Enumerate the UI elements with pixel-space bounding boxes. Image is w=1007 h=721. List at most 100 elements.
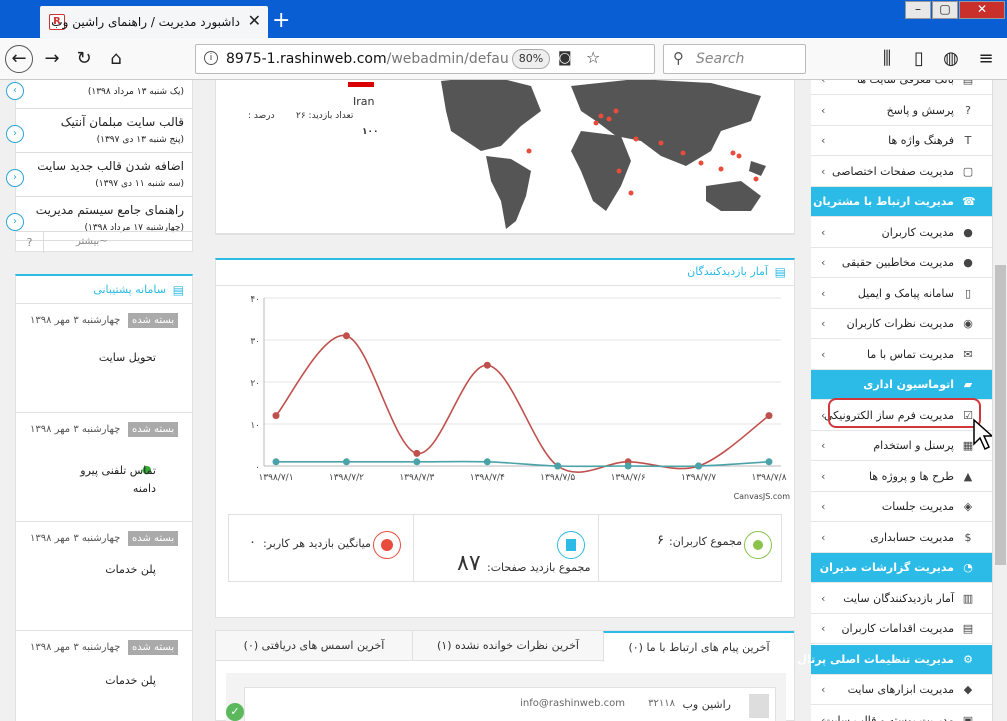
sidebar-section-header[interactable]: ▰ اتوماسیون اداری [811, 370, 992, 400]
sidebar-toggle-icon[interactable]: ▯ [905, 45, 933, 73]
series-line [275, 334, 770, 473]
sidebar-item[interactable]: ? پرسش و پاسخ ‹ [811, 96, 992, 126]
sidebar-item-icon: ▯ [964, 286, 972, 300]
data-point [413, 458, 421, 466]
sidebar-item[interactable]: ● مدیریت مخاطبین حقیقی ‹ [811, 248, 992, 278]
sidebar-item-icon: ◈ [963, 500, 973, 513]
sidebar-item[interactable]: ▦ پرسنل و استخدام ‹ [811, 431, 992, 461]
sidebar-item-label: پرسنل و استخدام [873, 439, 954, 452]
bookmark-star-icon[interactable]: ☆ [586, 48, 600, 67]
page-scrollbar[interactable] [992, 80, 1007, 721]
chevron-left-icon: ‹ [821, 103, 826, 117]
help-icon[interactable]: ? [16, 232, 44, 253]
sidebar-item-icon: ▤ [962, 622, 974, 635]
news-list-card: (یک شنبه ۱۳ مرداد ۱۳۹۸) ‹ قالب سایت مبلم… [6, 80, 193, 253]
sidebar-item-icon: ☎ [962, 195, 976, 208]
menu-icon[interactable]: ≡ [972, 45, 1000, 73]
sidebar-item-label: مدیریت جلسات [881, 500, 954, 513]
sidebar-item[interactable]: ◉ مدیریت نظرات کاربران ‹ [811, 309, 992, 339]
tab-contact-messages[interactable]: آخرین پیام های ارتباط با ما (۰) [603, 631, 794, 662]
scrollbar-thumb[interactable] [995, 265, 1006, 565]
news-item[interactable]: ‹ قالب سایت مبلمان آنتیک (پنج شنبه ۱۳ دی… [6, 111, 192, 153]
back-arrow-icon[interactable]: ← [5, 45, 33, 73]
sidebar-item[interactable]: $ مدیریت حسابداری ‹ [811, 523, 992, 553]
sidebar-item[interactable]: ✉ مدیریت تماس با ما ‹ [811, 340, 992, 370]
sidebar-section-header[interactable]: ⚙ مدیریت تنظیمات اصلی پرتال [797, 644, 992, 675]
sidebar-item[interactable]: ▲ طرح ها و پروژه ها ‹ [811, 462, 992, 492]
message-row[interactable]: راشین وب ۳۲۱۱۸ info@rashinweb.com [244, 687, 776, 721]
chevron-left-icon: ‹ [821, 500, 826, 513]
ticket-row[interactable]: چهارشنبه ۳ مهر ۱۳۹۸ بسته شده پلن خدمات [16, 523, 192, 631]
browser-toolbar: ← → ↻ ⌂ i 8975-1.rashinweb.com/webadmin/… [0, 38, 1007, 80]
chevron-left-icon[interactable]: ‹ [6, 82, 24, 100]
chevron-left-icon: ‹ [821, 134, 826, 147]
chevron-left-icon: ‹ [821, 347, 826, 361]
sidebar-item[interactable]: ▯ سامانه پیامک و ایمیل ‹ [811, 279, 992, 309]
new-tab-icon[interactable]: + [272, 8, 290, 33]
sidebar-item[interactable]: ◈ مدیریت جلسات ‹ [811, 492, 992, 522]
ticket-row[interactable]: چهارشنبه ۳ مهر ۱۳۹۸ بسته شده تحویل سایت [16, 305, 192, 413]
sidebar-item-icon: ✉ [963, 347, 973, 361]
sidebar-item[interactable]: T فرهنگ واژه ها ‹ [811, 126, 992, 156]
info-icon[interactable]: i [204, 51, 218, 65]
world-map[interactable] [421, 80, 791, 231]
check-icon[interactable]: ✓ [226, 703, 244, 721]
page-content: (یک شنبه ۱۳ مرداد ۱۳۹۸) ‹ قالب سایت مبلم… [0, 80, 1007, 721]
news-item[interactable]: (یک شنبه ۱۳ مرداد ۱۳۹۸) [16, 80, 192, 109]
chevron-left-icon: ‹ [821, 164, 826, 178]
chevron-left-icon[interactable]: ‹ [6, 213, 24, 231]
sidebar-item-label: مدیریت کاربران [881, 225, 954, 239]
reload-icon[interactable]: ↻ [70, 45, 98, 73]
search-icon: ⚲ [673, 49, 684, 67]
tab-unread-comments[interactable]: آخرین نظرات خوانده نشده (۱) [412, 631, 603, 661]
ticket-row[interactable]: چهارشنبه ۳ مهر ۱۳۹۸ بسته شده پلن خدمات [16, 632, 192, 721]
tab-received-sms[interactable]: آخرین اسمس های دریافتی (۰) [216, 631, 412, 661]
forward-arrow-icon[interactable]: → [38, 45, 66, 73]
user-icon [744, 531, 772, 559]
zoom-level[interactable]: 80% [512, 49, 550, 69]
x-tick-label: ۱۳۹۸/۷/۲ [329, 473, 364, 483]
chevron-left-icon[interactable]: ‹ [6, 125, 24, 143]
sidebar-item[interactable]: ◆ مدیریت ابزارهای سایت ‹ [811, 675, 992, 705]
sidebar-item-label: اتوماسیون اداری [863, 378, 954, 391]
sidebar-item[interactable]: ▣ مدیریت پوسته و قالب سایت ‹ [811, 706, 992, 721]
chevron-left-icon: ‹ [821, 256, 826, 269]
support-panel: ▤ سامانه پشتیبانی چهارشنبه ۳ مهر ۱۳۹۸ بس… [15, 274, 193, 721]
line-chart[interactable]: ۰ ۱۰ ۲۰ ۳۰ ۴۰ ۱۳۹۸/۷/۱ ۱۳۹۸/۷/۲ ۱۳۹۸/۷/۳ ۱۳۹۸/۷/… [216, 290, 794, 500]
browser-tab[interactable]: R داشبورد مدیریت / راهنمای راشین وب ✕ [40, 6, 268, 38]
chevron-left-icon[interactable]: ‹ [6, 169, 24, 187]
sidebar-item-label: پرسش و پاسخ [886, 103, 954, 117]
sidebar-item-icon: ▰ [963, 378, 973, 391]
sidebar-item[interactable]: ▢ مدیریت صفحات اختصاصی ‹ [811, 157, 992, 187]
sidebar-item[interactable]: ▤ مدیریت اقدامات کاربران ‹ [811, 614, 992, 644]
world-map-card: Iran تعداد بازدید: ۲۶ درصد : ۱۰۰ [215, 80, 795, 235]
minimize-icon[interactable]: – [905, 1, 931, 19]
chevron-left-icon: ‹ [821, 591, 826, 605]
window-close-icon[interactable]: ✕ [959, 1, 1005, 19]
globe-icon[interactable]: ◍ [937, 45, 965, 73]
sidebar-item-icon: ▢ [962, 164, 974, 178]
chevron-left-icon: ‹ [821, 286, 826, 300]
url-bar[interactable]: i 8975-1.rashinweb.com/webadmin/defau 80… [195, 44, 655, 74]
sidebar-item[interactable]: ● مدیریت کاربران ‹ [811, 218, 992, 248]
ticket-row[interactable]: چهارشنبه ۳ مهر ۱۳۹۸ بسته شده ● تماس تلفن… [16, 414, 192, 522]
library-icon[interactable]: ⫼ [873, 45, 901, 73]
sidebar-section-header[interactable]: ☎ مدیریت ارتباط با مشتریان [811, 187, 992, 217]
close-tab-icon[interactable]: ✕ [248, 11, 261, 30]
maximize-icon[interactable]: ▢ [932, 1, 958, 19]
sidebar-item-label: فرهنگ واژه ها [888, 134, 954, 147]
sidebar-section-header[interactable]: ◔ مدیریت گزارشات مدیران [811, 553, 992, 583]
sidebar-item-icon: T [964, 134, 972, 147]
chart-title: آمار بازدیدکنندگان [687, 265, 768, 278]
news-item[interactable]: ‹ اضافه شدن قالب جدید سایت (سه شنبه ۱۱ د… [6, 155, 192, 197]
support-header: ▤ سامانه پشتیبانی [16, 276, 192, 304]
stats-row: میانگین بازدید هر کاربر: ۰ مجموع بازدید … [228, 514, 782, 582]
home-icon[interactable]: ⌂ [102, 45, 130, 73]
search-input[interactable]: ⚲ Search [663, 44, 806, 74]
data-point [624, 462, 632, 470]
sidebar-item[interactable]: ▥ آمار بازدیدکنندگان سایت ‹ [811, 584, 992, 614]
chart-credit: CanvasJS.com [733, 492, 790, 501]
pocket-icon[interactable]: ◙ [558, 50, 572, 66]
more-link[interactable]: بیشتر~ [76, 236, 108, 247]
sidebar-item[interactable]: ▤ بانک معرفی سایت ها ‹ [811, 80, 992, 95]
